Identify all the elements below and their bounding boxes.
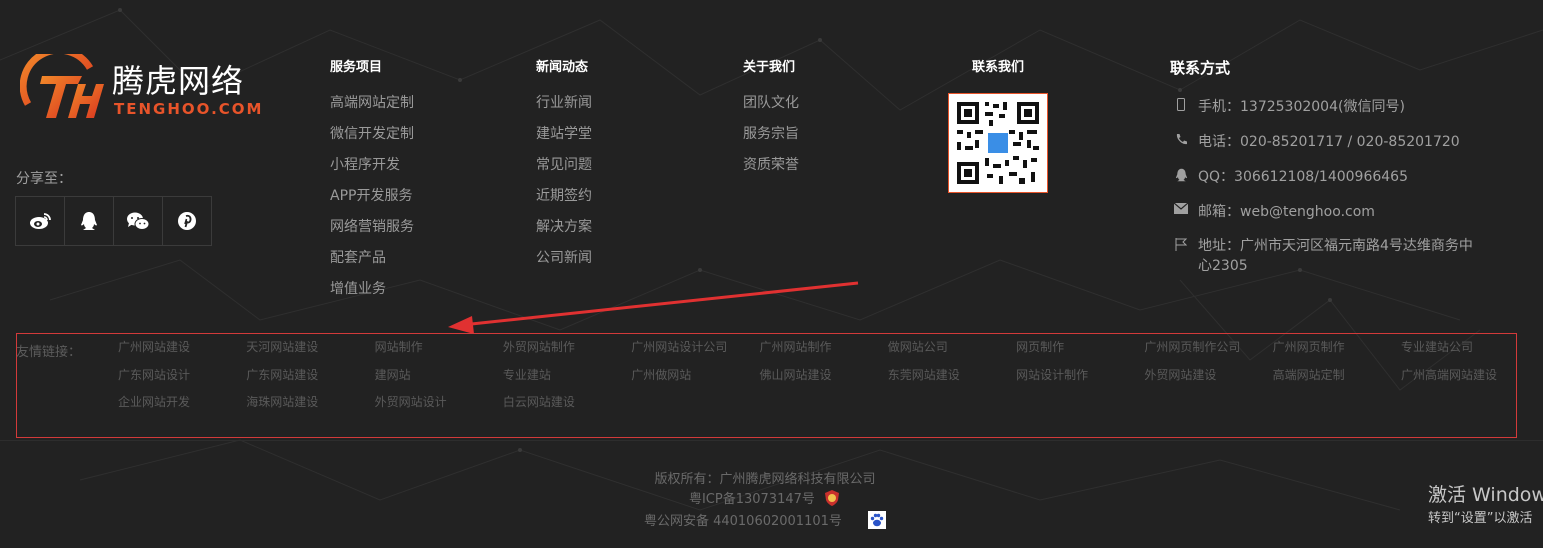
- nav-link[interactable]: APP开发服务: [330, 186, 414, 217]
- friend-link[interactable]: 网站制作: [375, 339, 503, 367]
- friend-link[interactable]: 广东网站设计: [118, 367, 246, 395]
- contact-qq-text: QQ：306612108/1400966465: [1198, 169, 1408, 185]
- police-record-link[interactable]: 粤公网安备 44010602001101号: [644, 514, 842, 529]
- nav-link[interactable]: 增值业务: [330, 279, 414, 310]
- windows-activation-title: 激活 Windows: [1428, 484, 1543, 506]
- nav-link[interactable]: 近期签约: [536, 186, 592, 217]
- friend-link[interactable]: 外贸网站建设: [1144, 367, 1272, 395]
- envelope-icon: [1170, 201, 1192, 221]
- contact-tel-text: 电话：020-85201717 / 020-85201720: [1198, 134, 1460, 150]
- icp-link[interactable]: 粤ICP备13073147号: [689, 492, 815, 507]
- friend-link[interactable]: 天河网站建设: [246, 339, 374, 367]
- pinterest-icon: [178, 212, 196, 230]
- friend-link[interactable]: 专业建站公司: [1401, 339, 1529, 367]
- contact-phone: 手机：13725302004(微信同号): [1170, 96, 1405, 116]
- friend-link[interactable]: 高端网站定制: [1273, 367, 1401, 395]
- friend-link[interactable]: 广州高端网站建设: [1401, 367, 1529, 395]
- share-qq-button[interactable]: [65, 196, 114, 246]
- police-badge-icon: [825, 490, 840, 506]
- column-title: 新闻动态: [536, 60, 589, 75]
- friend-link[interactable]: 建网站: [375, 367, 503, 395]
- windows-activation-subtitle: 转到“设置”以激活: [1428, 511, 1533, 526]
- nav-link[interactable]: 解决方案: [536, 217, 592, 248]
- nav-link[interactable]: 小程序开发: [330, 155, 414, 186]
- share-label: 分享至：: [16, 171, 72, 187]
- nav-link[interactable]: 建站学堂: [536, 124, 592, 155]
- contact-title: 联系方式: [1170, 59, 1231, 77]
- friend-link[interactable]: 外贸网站设计: [375, 394, 503, 422]
- friend-link[interactable]: 做网站公司: [888, 339, 1016, 367]
- friend-link[interactable]: 网页制作: [1016, 339, 1144, 367]
- qq-icon: [1170, 166, 1192, 186]
- address-line-1: 地址：广州市天河区福元南路4号达维商务中: [1198, 238, 1473, 254]
- weibo-icon: [30, 213, 51, 229]
- friend-link[interactable]: 广州做网站: [631, 367, 759, 395]
- phone-icon: [1170, 131, 1192, 151]
- flag-icon: [1170, 236, 1192, 276]
- friend-links-list: 广州网站建设 天河网站建设 网站制作 外贸网站制作 广州网站设计公司 广州网站制…: [118, 339, 1528, 422]
- friend-link[interactable]: 白云网站建设: [503, 394, 631, 422]
- friend-link[interactable]: 广州网页制作公司: [1144, 339, 1272, 367]
- column-about: 关于我们 团队文化 服务宗旨 资质荣誉: [743, 56, 799, 186]
- police-line: 粤公网安备 44010602001101号: [0, 510, 1530, 529]
- nav-link[interactable]: 高端网站定制: [330, 93, 414, 124]
- mobile-icon: [1170, 96, 1192, 116]
- logo-name: 腾虎网络: [112, 62, 245, 100]
- friend-link[interactable]: 海珠网站建设: [246, 394, 374, 422]
- friend-link[interactable]: 广州网站建设: [118, 339, 246, 367]
- nav-link[interactable]: 常见问题: [536, 155, 592, 186]
- copyright-text: 版权所有：广州腾虎网络科技有限公司: [654, 472, 876, 487]
- contact-phone-text: 手机：13725302004(微信同号): [1198, 99, 1405, 115]
- nav-link[interactable]: 网络营销服务: [330, 217, 414, 248]
- contact-email-text: 邮箱：web@tenghoo.com: [1198, 204, 1375, 220]
- icp-line: 粤ICP备13073147号: [0, 488, 1530, 507]
- th-logo-icon: [20, 54, 104, 118]
- nav-link[interactable]: 配套产品: [330, 248, 414, 279]
- share-weibo-button[interactable]: [15, 196, 65, 246]
- footer-divider: [0, 440, 1543, 441]
- friend-link[interactable]: 外贸网站制作: [503, 339, 631, 367]
- company-logo[interactable]: 腾虎网络 TENGHOO.COM: [20, 54, 270, 126]
- column-services: 服务项目 高端网站定制 微信开发定制 小程序开发 APP开发服务 网络营销服务 …: [330, 56, 414, 310]
- friend-link[interactable]: 企业网站开发: [118, 394, 246, 422]
- nav-link[interactable]: 服务宗旨: [743, 124, 799, 155]
- friend-link[interactable]: 网站设计制作: [1016, 367, 1144, 395]
- qq-icon: [81, 212, 97, 230]
- share-wechat-button[interactable]: [114, 196, 163, 246]
- friend-link[interactable]: 广东网站建设: [246, 367, 374, 395]
- logo-subtitle: TENGHOO.COM: [114, 100, 264, 118]
- qr-code-icon: [957, 102, 1039, 184]
- friend-link[interactable]: 广州网站制作: [759, 339, 887, 367]
- nav-link[interactable]: 团队文化: [743, 93, 799, 124]
- friend-link[interactable]: 东莞网站建设: [888, 367, 1016, 395]
- contact-email: 邮箱：web@tenghoo.com: [1170, 201, 1375, 221]
- nav-link[interactable]: 公司新闻: [536, 248, 592, 279]
- qr-title: 联系我们: [972, 60, 1025, 75]
- nav-link[interactable]: 资质荣誉: [743, 155, 799, 186]
- contact-qq: QQ：306612108/1400966465: [1170, 166, 1408, 186]
- nav-link[interactable]: 行业新闻: [536, 93, 592, 124]
- friend-link[interactable]: 广州网页制作: [1273, 339, 1401, 367]
- friend-links-label: 友情链接：: [16, 345, 82, 360]
- column-news: 新闻动态 行业新闻 建站学堂 常见问题 近期签约 解决方案 公司新闻: [536, 56, 592, 279]
- paw-icon: [868, 511, 887, 529]
- wechat-icon: [127, 212, 150, 230]
- friend-link[interactable]: 广州网站设计公司: [631, 339, 759, 367]
- nav-link[interactable]: 微信开发定制: [330, 124, 414, 155]
- contact-address: 地址：广州市天河区福元南路4号达维商务中 心2305: [1170, 236, 1473, 276]
- address-line-2: 心2305: [1198, 258, 1248, 274]
- column-title: 服务项目: [330, 60, 383, 75]
- contact-tel: 电话：020-85201717 / 020-85201720: [1170, 131, 1460, 151]
- share-buttons: [15, 196, 213, 246]
- friend-link[interactable]: 佛山网站建设: [759, 367, 887, 395]
- share-pinterest-button[interactable]: [163, 196, 212, 246]
- contact-address-text: 地址：广州市天河区福元南路4号达维商务中 心2305: [1198, 236, 1473, 276]
- friend-link[interactable]: 专业建站: [503, 367, 631, 395]
- wechat-qr-code: [948, 93, 1048, 193]
- column-title: 关于我们: [743, 60, 796, 75]
